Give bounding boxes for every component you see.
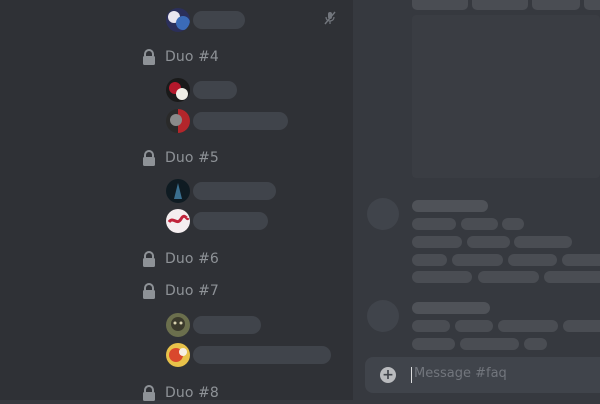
message-text-placeholder: [455, 320, 493, 332]
user-avatar: [166, 313, 190, 337]
message-text-placeholder: [412, 236, 462, 248]
user-avatar: [166, 109, 190, 133]
user-avatar: [166, 179, 190, 203]
lock-icon: [143, 251, 155, 267]
message-text-placeholder: [412, 271, 472, 283]
message-author-placeholder: [412, 200, 488, 212]
username-placeholder: [193, 182, 276, 200]
username-placeholder: [193, 11, 245, 29]
lock-icon: [143, 150, 155, 166]
user-avatar: [166, 78, 190, 102]
message-text-placeholder: [508, 254, 557, 266]
message-text-placeholder: [412, 218, 456, 230]
message-text-placeholder: [460, 338, 519, 350]
lock-icon: [143, 283, 155, 299]
text-cursor: [411, 367, 412, 383]
message-text-placeholder: [452, 254, 503, 266]
message-text-placeholder: [467, 236, 510, 248]
voice-user-row[interactable]: [166, 78, 237, 102]
voice-user-row[interactable]: [166, 313, 261, 337]
user-avatar: [166, 8, 190, 32]
voice-channel-duo-6[interactable]: Duo #6: [142, 248, 219, 270]
voice-channel-duo-5[interactable]: Duo #5: [142, 147, 219, 169]
message-text-placeholder: [544, 271, 600, 283]
message-text-placeholder: [514, 236, 572, 248]
voice-channel-duo-8[interactable]: Duo #8: [142, 382, 219, 404]
message-author-avatar[interactable]: [367, 300, 399, 332]
username-placeholder: [193, 316, 261, 334]
message-text-placeholder: [412, 338, 455, 350]
channel-label: Duo #5: [165, 150, 219, 166]
channel-label: Duo #8: [165, 385, 219, 401]
message-text-placeholder: [412, 0, 468, 10]
username-placeholder: [193, 112, 288, 130]
message-text-placeholder: [524, 338, 547, 350]
voice-user-row[interactable]: [166, 209, 268, 233]
message-text-placeholder: [412, 254, 447, 266]
message-text-placeholder: [563, 320, 600, 332]
channel-label: Duo #7: [165, 283, 219, 299]
voice-user-row[interactable]: [166, 179, 276, 203]
lock-icon: [143, 49, 155, 65]
voice-channel-duo-4[interactable]: Duo #4: [142, 46, 219, 68]
voice-user-row[interactable]: [166, 109, 288, 133]
username-placeholder: [193, 81, 237, 99]
microphone-muted-icon[interactable]: [323, 11, 337, 25]
message-text-placeholder: [532, 0, 580, 10]
voice-user-row[interactable]: [166, 8, 245, 32]
voice-channel-duo-7[interactable]: Duo #7: [142, 280, 219, 302]
username-placeholder: [193, 346, 331, 364]
message-input-placeholder: Message #faq: [414, 366, 507, 381]
lock-icon: [143, 385, 155, 401]
user-avatar: [166, 209, 190, 233]
message-text-placeholder: [498, 320, 558, 332]
message-author-avatar[interactable]: [367, 198, 399, 230]
image-embed-placeholder[interactable]: [412, 15, 600, 178]
user-avatar: [166, 343, 190, 367]
channel-label: Duo #4: [165, 49, 219, 65]
username-placeholder: [193, 212, 268, 230]
message-author-placeholder: [412, 302, 490, 314]
message-text-placeholder: [502, 218, 524, 230]
message-text-placeholder: [461, 218, 498, 230]
message-text-placeholder: [584, 0, 600, 10]
message-text-placeholder: [478, 271, 539, 283]
message-text-placeholder: [412, 320, 450, 332]
channel-label: Duo #6: [165, 251, 219, 267]
message-text-placeholder: [562, 254, 600, 266]
voice-user-row[interactable]: [166, 343, 331, 367]
message-text-placeholder: [472, 0, 528, 10]
plus-circle-icon[interactable]: +: [380, 367, 396, 383]
